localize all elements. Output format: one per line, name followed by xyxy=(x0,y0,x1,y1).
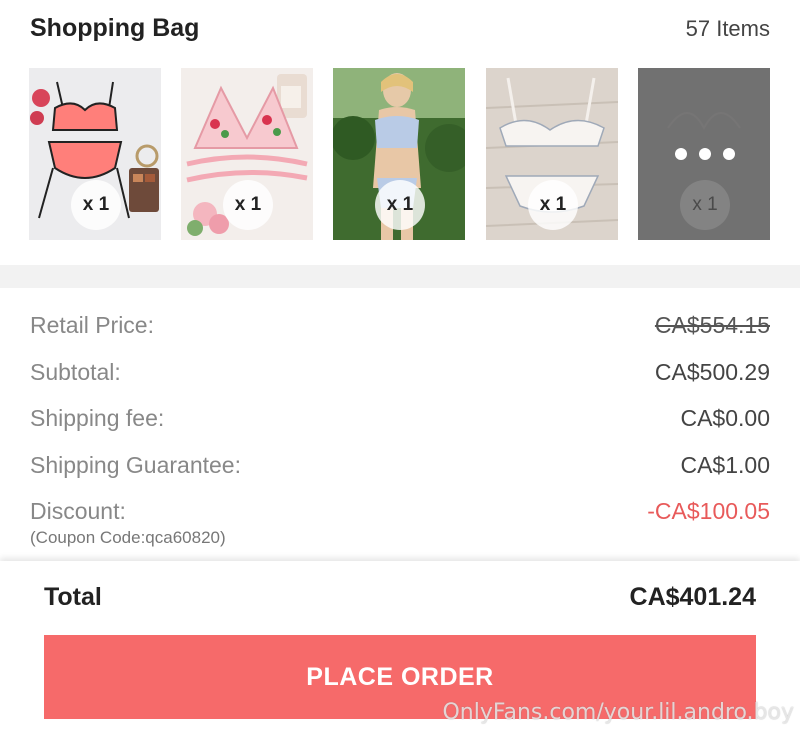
retail-price-row: Retail Price: CA$554.15 xyxy=(30,312,770,342)
product-thumbnail-strip: x 1 x 1 x 1 x 1 x 1 xyxy=(29,68,771,240)
shipping-guarantee-label: Shipping Guarantee: xyxy=(30,452,241,478)
quantity-badge: x 1 xyxy=(680,180,730,230)
subtotal-row: Subtotal: CA$500.29 xyxy=(30,359,770,389)
watermark-text: OnlyFans.com/your.lil.andro.boy xyxy=(442,700,794,725)
subtotal-value: CA$500.29 xyxy=(654,359,770,385)
discount-label: Discount: xyxy=(30,498,126,524)
discount-row: Discount: -CA$100.05 xyxy=(30,498,770,528)
product-thumbnail-3[interactable]: x 1 xyxy=(333,68,465,240)
shipping-guarantee-row[interactable]: Shipping Guarantee: CA$1.00 xyxy=(30,452,770,482)
retail-price-label: Retail Price: xyxy=(30,312,154,338)
product-thumbnail-1[interactable]: x 1 xyxy=(29,68,161,240)
total-value: CA$401.24 xyxy=(629,583,756,611)
shopping-bag-header: Shopping Bag 57 Items xyxy=(0,0,800,62)
coupon-code-note: (Coupon Code:qca60820) xyxy=(30,528,226,547)
product-thumbnail-4[interactable]: x 1 xyxy=(486,68,618,240)
quantity-badge: x 1 xyxy=(528,180,578,230)
shipping-fee-value: CA$0.00 xyxy=(680,405,770,431)
subtotal-label: Subtotal: xyxy=(30,359,121,385)
quantity-badge: x 1 xyxy=(71,180,121,230)
quantity-badge: x 1 xyxy=(375,180,425,230)
discount-value: -CA$100.05 xyxy=(647,498,770,524)
section-divider xyxy=(0,265,800,288)
shipping-guarantee-value: CA$1.00 xyxy=(680,452,770,478)
shipping-fee-label: Shipping fee: xyxy=(30,405,165,431)
item-count[interactable]: 57 Items xyxy=(686,16,770,42)
quantity-badge: x 1 xyxy=(223,180,273,230)
total-label: Total xyxy=(44,583,102,611)
page-title: Shopping Bag xyxy=(30,14,200,42)
product-thumbnail-2[interactable]: x 1 xyxy=(181,68,313,240)
more-items-thumbnail[interactable]: x 1 xyxy=(638,68,770,240)
more-icon xyxy=(675,148,735,160)
shipping-fee-row: Shipping fee: CA$0.00 xyxy=(30,405,770,435)
retail-price-value: CA$554.15 xyxy=(654,312,770,338)
